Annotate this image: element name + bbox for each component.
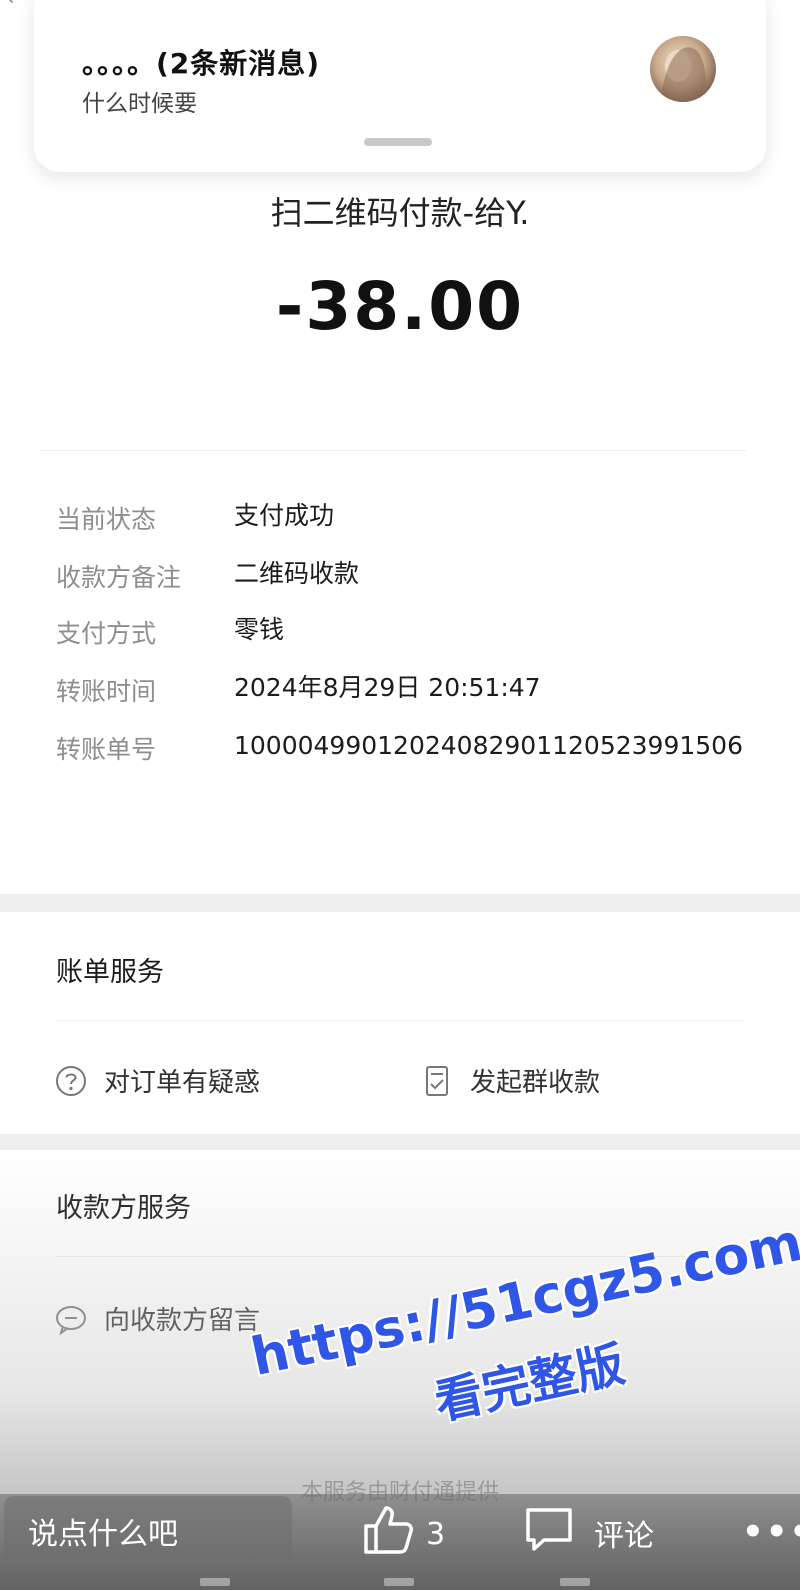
transfer-time-value: 2024年8月29日 20:51:47 [234,673,541,702]
message-payee-label: 向收款方留言 [104,1306,261,1336]
chat-bubble-icon [54,1302,88,1336]
section-gap [0,894,800,912]
transfer-time-label: 转账时间 [56,677,157,706]
payment-detail-page: ‹ 。。。。(2条新消息) 什么时候要 扫二维码付款-给Y. -38.00 当前… [0,0,800,1590]
payee-note-value: 二维码收款 [234,559,360,588]
divider [40,450,746,451]
section-gap [0,1134,800,1150]
watermark: https://51cgz5.com 看完整版 [240,1192,800,1506]
nav-menu-icon[interactable] [200,1578,230,1586]
transfer-number-value: 10000499012024082901120523991506 [234,731,743,760]
comment-bubble-icon [522,1502,576,1564]
notification-title: 。。。。(2条新消息) [82,47,321,80]
message-notification[interactable]: 。。。。(2条新消息) 什么时候要 [34,0,766,172]
thumbs-up-icon [360,1502,416,1566]
divider [56,1020,744,1021]
transfer-number-label: 转账单号 [56,735,157,764]
comment-button[interactable]: 评论 [522,1502,654,1564]
payee-note-label: 收款方备注 [56,563,182,592]
comment-label: 评论 [594,1519,654,1554]
nav-back-icon[interactable] [560,1578,590,1586]
notification-subtitle: 什么时候要 [82,91,197,117]
payment-title: 扫二维码付款-给Y. [270,194,530,232]
order-question-label: 对订单有疑惑 [104,1068,261,1098]
drag-handle[interactable] [364,138,432,146]
like-count: 3 [426,1516,446,1552]
question-circle-icon [54,1064,88,1098]
message-payee-button[interactable]: 向收款方留言 [54,1300,260,1337]
avatar [650,36,716,102]
order-question-button[interactable]: 对订单有疑惑 [54,1062,260,1099]
like-button[interactable]: 3 [360,1502,445,1566]
group-collect-label: 发起群收款 [470,1068,601,1098]
status-label: 当前状态 [56,505,157,534]
bill-service-title: 账单服务 [56,957,164,988]
nav-home-icon[interactable] [384,1578,414,1586]
payee-service-title: 收款方服务 [56,1193,191,1224]
payment-amount: -38.00 [275,268,525,345]
status-value: 支付成功 [234,501,335,530]
more-options-button[interactable]: ••• [742,1512,800,1552]
group-collect-button[interactable]: 发起群收款 [420,1062,600,1099]
back-arrow-icon[interactable]: ‹ [6,0,15,11]
payment-method-value: 零钱 [234,615,285,644]
bill-doc-icon [420,1064,454,1098]
payment-method-label: 支付方式 [56,619,157,648]
comment-input[interactable]: 说点什么吧 [4,1496,292,1574]
